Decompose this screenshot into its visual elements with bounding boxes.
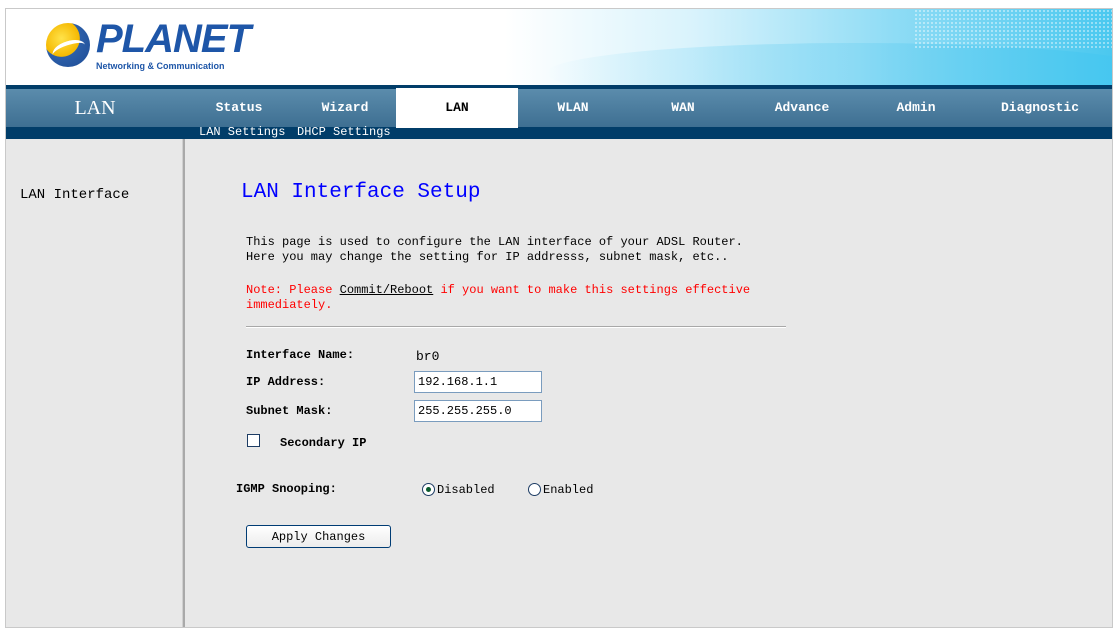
header-banner: PLANET Networking & Communication — [6, 9, 1112, 85]
sub-navigation: LAN Settings DHCP Settings — [6, 125, 1112, 139]
logo-brand-text: PLANET — [96, 17, 251, 61]
subtab-lan-settings[interactable]: LAN Settings — [199, 125, 285, 139]
subtab-dhcp-settings[interactable]: DHCP Settings — [297, 125, 391, 139]
main-content: LAN Interface Setup This page is used to… — [186, 139, 1112, 627]
commit-note: Note: Please Commit/Reboot if you want t… — [246, 283, 750, 297]
tab-admin[interactable]: Admin — [866, 89, 966, 127]
interface-name-value: br0 — [416, 349, 440, 364]
sidebar-divider — [182, 139, 185, 627]
tab-status[interactable]: Status — [184, 89, 294, 127]
sidebar-item-lan-interface[interactable]: LAN Interface — [20, 187, 129, 203]
globe-logo-icon — [46, 23, 90, 67]
igmp-snooping-label: IGMP Snooping: — [236, 482, 337, 496]
subnet-mask-label: Subnet Mask: — [246, 404, 333, 418]
tab-wizard[interactable]: Wizard — [294, 89, 396, 127]
main-nav-bar: LAN Status Wizard LAN WLAN WAN Advance A… — [6, 88, 1112, 128]
igmp-disabled-radio[interactable] — [422, 483, 435, 496]
sidebar: LAN Interface — [6, 139, 182, 627]
secondary-ip-checkbox[interactable] — [247, 434, 260, 447]
header-swoosh-decoration — [546, 43, 1112, 85]
igmp-enabled-radio[interactable] — [528, 483, 541, 496]
note-prefix: Note: Please — [246, 283, 340, 297]
tab-wlan[interactable]: WLAN — [518, 89, 628, 127]
divider-line — [246, 326, 786, 328]
page-description-line-2: Here you may change the setting for IP a… — [246, 250, 729, 264]
subnet-mask-input[interactable] — [414, 400, 542, 422]
router-admin-page: PLANET Networking & Communication LAN St… — [5, 8, 1113, 628]
interface-name-label: Interface Name: — [246, 348, 355, 362]
page-description-line-1: This page is used to configure the LAN i… — [246, 235, 743, 249]
planet-logo: PLANET Networking & Communication — [46, 15, 286, 75]
top-navigation: LAN Status Wizard LAN WLAN WAN Advance A… — [6, 85, 1112, 139]
note-suffix: if you want to make this settings effect… — [433, 283, 751, 297]
igmp-enabled-label: Enabled — [543, 483, 594, 497]
commit-note-line-2: immediately. — [246, 298, 333, 312]
section-title: LAN — [74, 97, 116, 119]
apply-changes-button[interactable]: Apply Changes — [246, 525, 391, 548]
tab-advance[interactable]: Advance — [738, 89, 866, 127]
ip-address-label: IP Address: — [246, 375, 326, 389]
page-title: LAN Interface Setup — [241, 181, 481, 204]
secondary-ip-label: Secondary IP — [280, 436, 367, 450]
commit-reboot-link[interactable]: Commit/Reboot — [340, 283, 434, 297]
header-dot-pattern — [914, 9, 1112, 49]
logo-tagline: Networking & Communication — [96, 61, 225, 71]
tab-lan[interactable]: LAN — [396, 88, 518, 128]
tab-diagnostic[interactable]: Diagnostic — [966, 89, 1112, 127]
ip-address-input[interactable] — [414, 371, 542, 393]
tab-wan[interactable]: WAN — [628, 89, 738, 127]
igmp-disabled-label: Disabled — [437, 483, 495, 497]
